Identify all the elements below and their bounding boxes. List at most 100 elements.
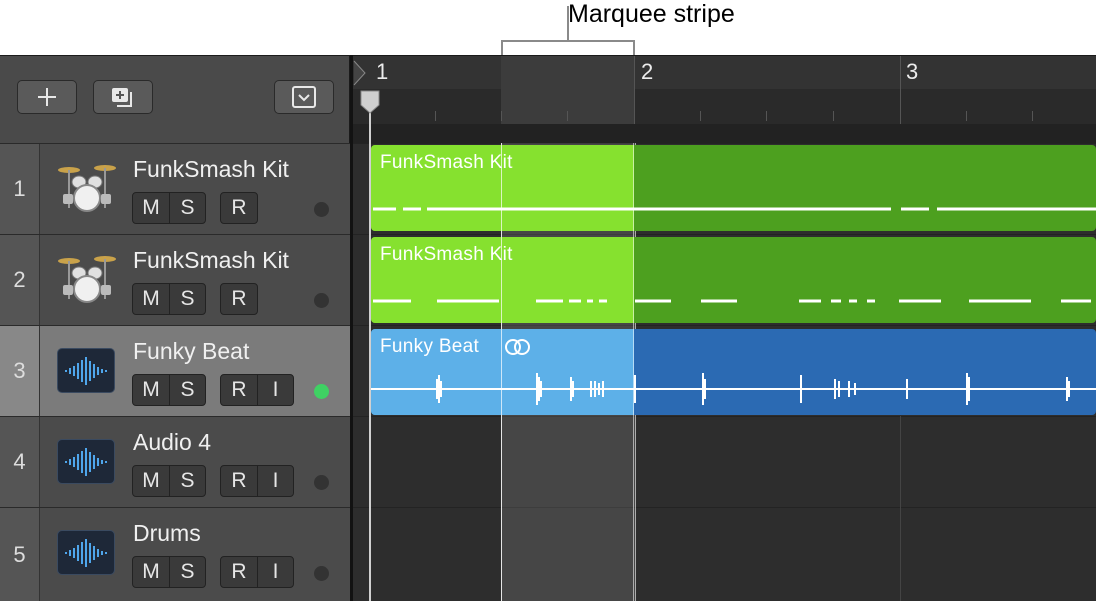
record-input-group: R I [220, 465, 294, 497]
track-activity-led [314, 293, 329, 308]
beat-tick [1032, 111, 1033, 121]
tracks-header [0, 55, 350, 143]
chevron-down-icon [292, 86, 316, 108]
marquee-highlight [501, 145, 634, 231]
input-monitor-button[interactable]: I [257, 466, 293, 496]
track-name[interactable]: FunkSmash Kit [133, 156, 289, 183]
track-name[interactable]: Funky Beat [133, 338, 249, 365]
drum-kit-icon [58, 165, 116, 212]
track-number: 3 [0, 326, 40, 416]
callout-bracket-left [501, 40, 503, 55]
region-funksmash-kit-2[interactable]: FunkSmash Kit [371, 237, 1096, 323]
solo-button[interactable]: S [169, 557, 205, 587]
record-input-group: R I [220, 556, 294, 588]
beat-tick [435, 111, 436, 121]
region-funky-beat[interactable]: Funky Beat [371, 329, 1096, 415]
track-name[interactable]: Audio 4 [133, 429, 211, 456]
track-number: 4 [0, 417, 40, 507]
track-activity-led [314, 384, 329, 399]
beat-tick [966, 111, 967, 121]
playhead-line[interactable] [369, 92, 371, 601]
region-label: FunkSmash Kit [380, 152, 513, 173]
input-monitor-button[interactable]: I [257, 557, 293, 587]
solo-button[interactable]: S [169, 193, 205, 223]
marquee-stripe-area[interactable] [353, 124, 1096, 143]
region-funksmash-kit-1[interactable]: FunkSmash Kit [371, 145, 1096, 231]
track-lane-4[interactable] [353, 416, 1096, 507]
mute-solo-group: M S [132, 374, 206, 406]
mute-button[interactable]: M [133, 375, 169, 405]
ruler-bar-numbers [353, 56, 1096, 89]
ruler-bar-label: 3 [906, 59, 919, 84]
mute-solo-group: M S [132, 283, 206, 315]
beat-tick [567, 111, 568, 121]
beat-tick [501, 111, 502, 121]
track-header-2[interactable]: 2 FunkSmash Kit M S R [0, 234, 350, 325]
beat-tick [700, 111, 701, 121]
add-track-button[interactable] [17, 80, 77, 114]
mute-button[interactable]: M [133, 466, 169, 496]
track-number: 5 [0, 508, 40, 601]
global-tracks-dropdown-button[interactable] [274, 80, 334, 114]
track-header-3[interactable]: 3 Funky Beat M S R I [0, 325, 350, 416]
record-enable-button[interactable]: R [221, 375, 257, 405]
track-activity-led [314, 566, 329, 581]
mute-button[interactable]: M [133, 193, 169, 223]
audio-waveform [371, 373, 1096, 405]
ruler-bar-label: 2 [641, 59, 654, 84]
bar-line [900, 56, 901, 125]
mute-button[interactable]: M [133, 557, 169, 587]
plus-icon [38, 88, 56, 106]
callout-pointer-line [567, 6, 569, 42]
mute-solo-group: M S [132, 192, 206, 224]
track-name[interactable]: Drums [133, 520, 201, 547]
timeline-ruler[interactable]: 1 2 3 [353, 55, 1096, 125]
bar-line [634, 56, 635, 125]
mute-button[interactable]: M [133, 284, 169, 314]
track-activity-led [314, 475, 329, 490]
beat-tick [833, 111, 834, 121]
track-name[interactable]: FunkSmash Kit [133, 247, 289, 274]
bar-gridline [900, 416, 901, 601]
track-header-1[interactable]: 1 FunkSmash Kit M S R [0, 143, 350, 234]
callout-bracket-right [633, 40, 635, 55]
mute-solo-group: M S [132, 465, 206, 497]
track-number: 2 [0, 235, 40, 325]
track-lane-5[interactable] [353, 507, 1096, 601]
record-input-group: R I [220, 374, 294, 406]
audio-waveform-icon [57, 439, 115, 484]
duplicate-track-button[interactable] [93, 80, 153, 114]
midi-notes [373, 299, 1091, 303]
solo-button[interactable]: S [169, 466, 205, 496]
input-monitor-button[interactable]: I [257, 375, 293, 405]
audio-waveform-icon [57, 530, 115, 575]
ruler-start-marker-icon [353, 60, 366, 86]
loop-rings-icon [505, 339, 530, 355]
record-enable-button[interactable]: R [221, 557, 257, 587]
region-label: Funky Beat [380, 336, 480, 357]
track-header-5[interactable]: 5 Drums M S R I [0, 507, 350, 601]
track-number: 1 [0, 144, 40, 234]
record-enable-button[interactable]: R [221, 466, 257, 496]
track-header-4[interactable]: 4 Audio 4 M S R I [0, 416, 350, 507]
ruler-bar-label: 1 [376, 59, 389, 84]
marquee-right-edge [633, 143, 634, 601]
record-group: R [220, 192, 258, 224]
beat-tick [766, 111, 767, 121]
marquee-left-edge [501, 143, 502, 601]
tracks-area: 1 FunkSmash Kit M S R 2 FunkSmash Kit M … [0, 55, 1096, 601]
playhead-handle-icon[interactable] [360, 90, 380, 114]
record-enable-button[interactable]: R [221, 284, 257, 314]
audio-waveform-icon [57, 348, 115, 393]
callout-bracket-top [501, 40, 635, 42]
track-activity-led [314, 202, 329, 217]
drum-kit-icon [58, 256, 116, 303]
region-label: FunkSmash Kit [380, 244, 513, 265]
midi-notes [373, 207, 1096, 211]
record-enable-button[interactable]: R [221, 193, 257, 223]
marquee-stripe-callout: Marquee stripe [568, 0, 735, 28]
mute-solo-group: M S [132, 556, 206, 588]
solo-button[interactable]: S [169, 284, 205, 314]
record-group: R [220, 283, 258, 315]
solo-button[interactable]: S [169, 375, 205, 405]
